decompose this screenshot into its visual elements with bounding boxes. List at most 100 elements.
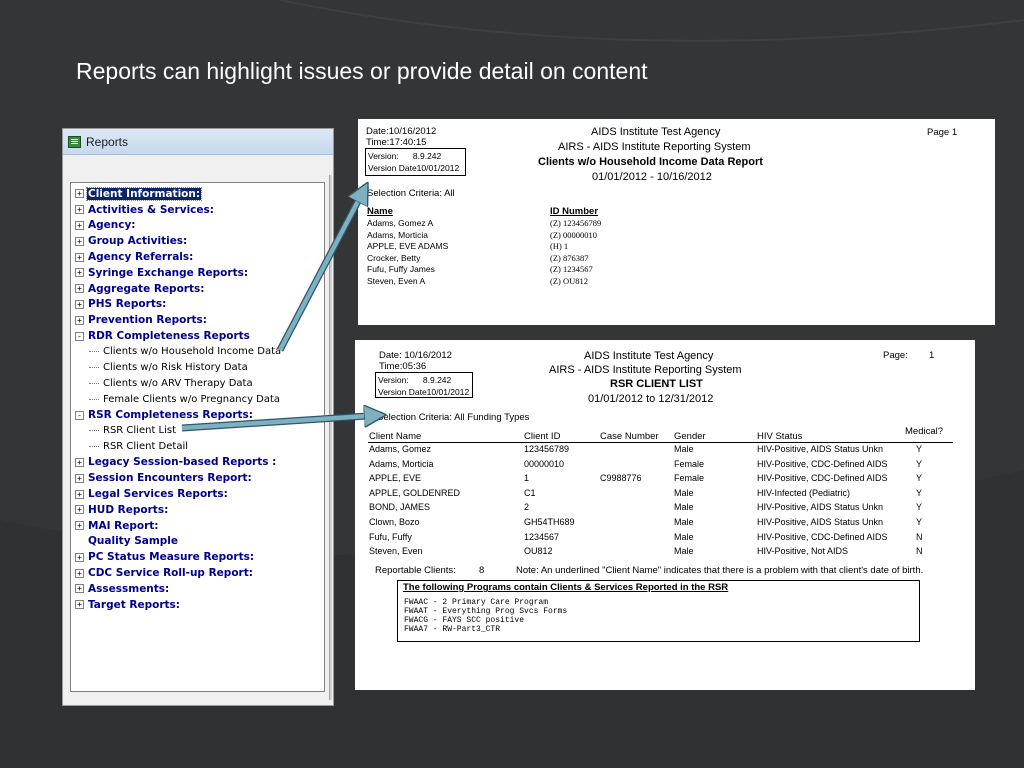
expand-icon[interactable]: + (75, 315, 84, 325)
tree-item-label: Aggregate Reports: (88, 282, 205, 295)
tree-category-item[interactable]: + PC Status Measure Reports: (75, 549, 324, 565)
table-row: Adams, Gomez A (Z) 123456789 (367, 218, 667, 230)
tree-category-item[interactable]: + Agency Referrals: (75, 249, 324, 265)
client-name-cell: Adams, Gomez (369, 444, 432, 454)
tree-category-item[interactable]: + Prevention Reports: (75, 312, 324, 328)
tree-category-item[interactable]: + PHS Reports: (75, 297, 324, 313)
tree-category-item[interactable]: + Agency: (75, 218, 324, 234)
column-header-name: Name (367, 206, 393, 217)
expand-icon[interactable]: + (75, 299, 84, 309)
expand-icon[interactable]: + (75, 236, 84, 246)
tree-category-item[interactable]: - RDR Completeness Reports (75, 328, 324, 344)
tree-report-item[interactable]: RSR Client List (75, 423, 324, 439)
collapse-icon[interactable]: - (75, 410, 84, 420)
column-header-hiv-status: HIV Status (757, 431, 803, 442)
client-id-cell: 00000010 (524, 458, 565, 469)
tree-category-item[interactable]: + HUD Reports: (75, 502, 324, 518)
expand-icon[interactable]: + (75, 489, 84, 499)
tree-item-label: MAI Report: (88, 519, 159, 532)
expand-icon[interactable]: + (75, 268, 84, 278)
expand-icon[interactable]: + (75, 584, 84, 594)
tree-item-label: Client Information: (85, 186, 203, 201)
expand-icon[interactable]: + (75, 521, 84, 531)
client-name-cell: Steven, Even (369, 546, 423, 557)
gender-cell: Male (674, 502, 694, 513)
client-id-cell: 2 (524, 502, 530, 513)
tree-report-item[interactable]: Female Clients w/o Pregnancy Data (75, 391, 324, 407)
splitter[interactable] (329, 175, 332, 700)
tree-category-item[interactable]: + Client Information: (75, 186, 324, 202)
medical-cell: N (916, 546, 923, 557)
client-name-cell: Clown, Bozo (369, 517, 420, 527)
tree-category-item[interactable]: + CDC Service Roll-up Report: (75, 565, 324, 581)
tree-item-label: Clients w/o ARV Therapy Data (103, 377, 253, 389)
expand-icon[interactable]: + (75, 600, 84, 610)
expand-icon[interactable]: + (75, 552, 84, 562)
tree-category-item[interactable]: Quality Sample (75, 534, 324, 550)
tree-item-label: Agency Referrals: (88, 251, 194, 264)
tree-category-item[interactable]: + Session Encounters Report: (75, 470, 324, 486)
table-row: Adams, Morticia 00000010 Female HIV-Positiv… (369, 459, 959, 474)
tree-category-item[interactable]: + Syringe Exchange Reports: (75, 265, 324, 281)
table-row: APPLE, GOLDENRED C1 Male HIV-Infected (Pedi… (369, 488, 959, 503)
tree-branch-line (89, 367, 99, 369)
tree-category-item[interactable]: + MAI Report: (75, 518, 324, 534)
tree-category-item[interactable]: + Activities & Services: (75, 202, 324, 218)
expand-icon[interactable]: + (75, 457, 84, 467)
tree-item-label: CDC Service Roll-up Report: (88, 567, 253, 580)
tree-item-label: Agency: (88, 219, 136, 232)
hiv-status-cell: HIV-Positive, CDC-Defined AIDS (757, 458, 888, 469)
gender-cell: Male (674, 517, 694, 527)
tree-report-item[interactable]: RSR Client Detail (75, 439, 324, 455)
tree-category-item[interactable]: - RSR Completeness Reports: (75, 407, 324, 423)
table-row: Steven, Even OU812 Male HIV-Positive, Not A… (369, 546, 959, 561)
id-number-cell: (Z) 123456789 (550, 218, 602, 228)
client-name-cell: APPLE, EVE (369, 473, 422, 484)
tree-report-item[interactable]: Clients w/o Household Income Data (75, 344, 324, 360)
tree-category-item[interactable]: + Target Reports: (75, 597, 324, 613)
tree-category-item[interactable]: + Assessments: (75, 581, 324, 597)
expand-icon[interactable]: + (75, 220, 84, 230)
tree-item-label: Target Reports: (88, 598, 180, 611)
tree-category-item[interactable]: + Group Activities: (75, 233, 324, 249)
tree-item-label: Quality Sample (88, 535, 179, 548)
tree-category-item[interactable]: + Legacy Session-based Reports : (75, 455, 324, 471)
table-row: Steven, Even A (Z) OU812 (367, 276, 667, 288)
medical-cell: Y (916, 473, 923, 484)
programs-title: The following Programs contain Clients &… (403, 582, 729, 593)
collapse-icon[interactable]: - (75, 331, 84, 341)
client-id-cell: 123456789 (524, 444, 570, 454)
client-id-cell: GH54TH689 (524, 517, 575, 527)
expand-icon[interactable]: + (75, 505, 84, 515)
system-name: AIRS - AIDS Institute Reporting System (558, 141, 751, 153)
tree-report-item[interactable]: Clients w/o ARV Therapy Data (75, 376, 324, 392)
expand-icon[interactable]: + (75, 473, 84, 483)
expand-icon[interactable]: + (75, 284, 84, 294)
tree-category-item[interactable]: + Legal Services Reports: (75, 486, 324, 502)
tree-branch-line (89, 446, 99, 448)
tree-report-item[interactable]: Clients w/o Risk History Data (75, 360, 324, 376)
expand-icon[interactable]: + (75, 568, 84, 578)
id-number-cell: (Z) 876387 (550, 252, 589, 263)
expand-icon[interactable]: + (75, 205, 84, 215)
expand-icon[interactable]: + (75, 189, 84, 199)
client-name-cell: Fufu, Fuffy James (367, 264, 435, 275)
window-titlebar[interactable]: Reports (63, 129, 333, 155)
table-row: Adams, Gomez 123456789 Male HIV-Positive, A… (369, 444, 959, 459)
tree-branch-line (89, 398, 99, 400)
medical-cell: Y (916, 458, 923, 469)
version-box: Version: 8.9.242 Version Date10/01/2012 (375, 372, 473, 398)
tree-item-label: Session Encounters Report: (88, 472, 252, 485)
expand-icon[interactable]: + (75, 252, 84, 262)
tree-category-item[interactable]: + Aggregate Reports: (75, 281, 324, 297)
tree-branch-line (89, 382, 99, 384)
program-line: FWAA7 - RW-Part3_CTR (404, 625, 501, 634)
hiv-status-cell: HIV-Positive, AIDS Status Unkn (757, 517, 884, 527)
client-name-cell: Fufu, Fuffy (369, 531, 412, 542)
client-name-cell: Crocker, Betty (367, 252, 421, 263)
version-box: Version: 8.9.242 Version Date10/01/2012 (365, 148, 466, 176)
column-header-medical: Medical? (905, 426, 944, 437)
client-id-cell: 1 (524, 473, 530, 484)
system-name: AIRS - AIDS Institute Reporting System (549, 364, 742, 376)
hiv-status-cell: HIV-Positive, CDC-Defined AIDS (757, 473, 888, 484)
